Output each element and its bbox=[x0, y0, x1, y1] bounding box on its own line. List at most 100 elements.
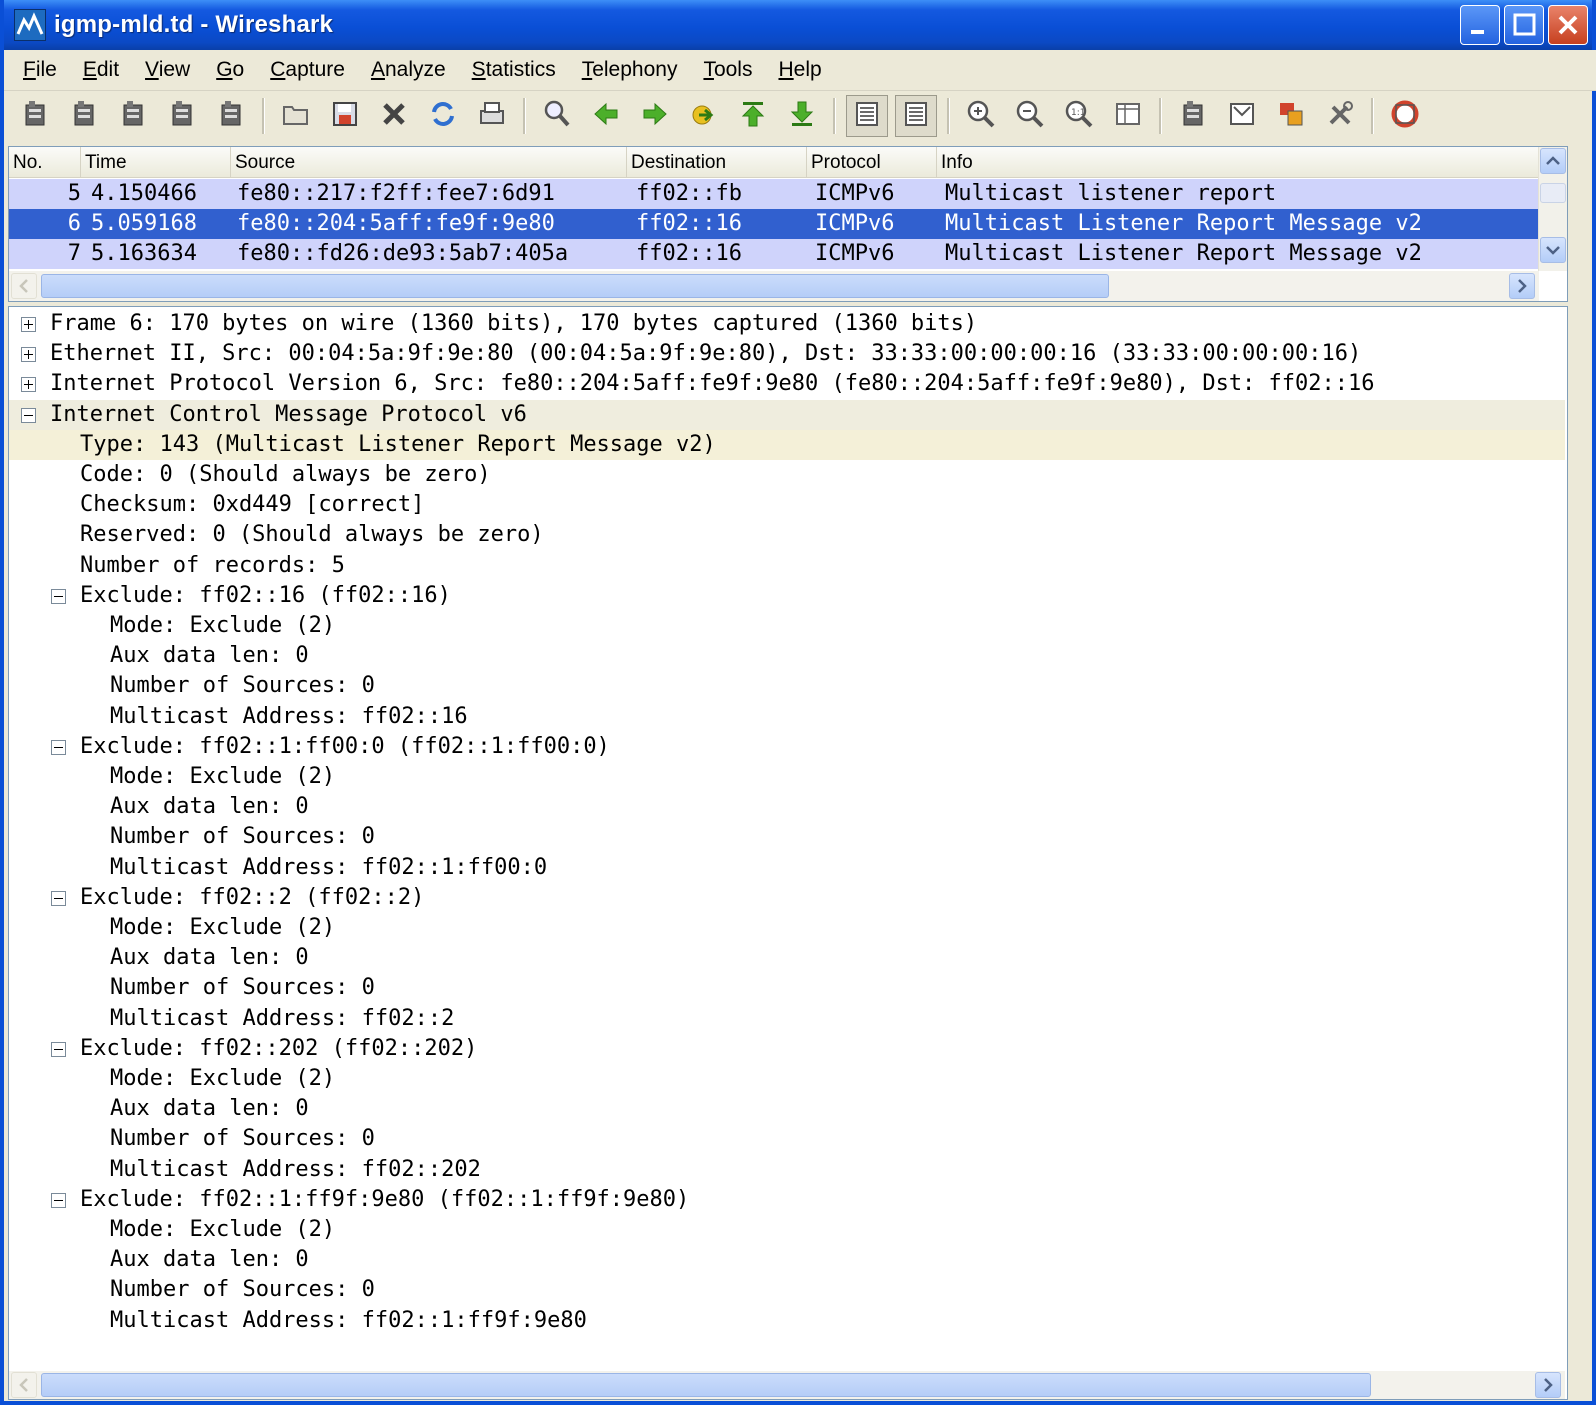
column-header-time[interactable]: Time bbox=[81, 147, 231, 177]
tree-field[interactable]: Number of Sources: 0 bbox=[9, 1275, 1565, 1305]
expand-icon[interactable] bbox=[21, 377, 36, 393]
packet-details-tree[interactable]: Frame 6: 170 bytes on wire (1360 bits), … bbox=[8, 306, 1568, 1400]
tree-field[interactable]: Number of records: 5 bbox=[9, 551, 1565, 581]
minimize-button[interactable] bbox=[1460, 5, 1500, 45]
tree-field[interactable]: Checksum: 0xd449 [correct] bbox=[9, 490, 1565, 520]
scroll-down-button[interactable] bbox=[1540, 237, 1566, 263]
tree-field[interactable]: Code: 0 (Should always be zero) bbox=[9, 460, 1565, 490]
packet-row[interactable]: 6 5.059168 fe80::204:5aff:fe9f:9e80 ff02::1… bbox=[9, 209, 1539, 239]
colorize-button[interactable] bbox=[846, 95, 888, 137]
scroll-right-button[interactable] bbox=[1535, 1372, 1561, 1398]
tree-node[interactable]: Frame 6: 170 bytes on wire (1360 bits), … bbox=[9, 309, 1565, 339]
tree-field[interactable]: Reserved: 0 (Should always be zero) bbox=[9, 520, 1565, 550]
tree-field[interactable]: Mode: Exclude (2) bbox=[9, 762, 1565, 792]
go-last-button[interactable] bbox=[781, 95, 823, 137]
tree-field[interactable]: Number of Sources: 0 bbox=[9, 822, 1565, 852]
packet-row[interactable]: 5 4.150466 fe80::217:f2ff:fee7:6d91 ff02::f… bbox=[9, 179, 1539, 209]
collapse-icon[interactable] bbox=[21, 407, 36, 423]
menu-analyze[interactable]: Analyze bbox=[358, 50, 459, 90]
tree-field[interactable]: Mode: Exclude (2) bbox=[9, 1064, 1565, 1094]
go-forward-button[interactable] bbox=[634, 95, 676, 137]
capture-stop-button[interactable] bbox=[161, 95, 203, 137]
menu-capture[interactable]: Capture bbox=[257, 50, 358, 90]
tree-node[interactable]: Exclude: ff02::202 (ff02::202) bbox=[9, 1034, 1565, 1064]
preferences-button[interactable] bbox=[1319, 95, 1361, 137]
expand-icon[interactable] bbox=[21, 347, 36, 363]
menu-view[interactable]: View bbox=[132, 50, 203, 90]
collapse-icon[interactable] bbox=[51, 588, 66, 604]
scroll-thumb[interactable] bbox=[1540, 183, 1566, 203]
capture-options-button[interactable] bbox=[63, 95, 105, 137]
column-header-info[interactable]: Info bbox=[937, 147, 1539, 177]
find-button[interactable] bbox=[536, 95, 578, 137]
tree-field[interactable]: Multicast Address: ff02::202 bbox=[9, 1155, 1565, 1185]
menu-file[interactable]: File bbox=[10, 50, 70, 90]
open-file-button[interactable] bbox=[275, 95, 317, 137]
tree-node[interactable]: Exclude: ff02::16 (ff02::16) bbox=[9, 581, 1565, 611]
tree-field[interactable]: Multicast Address: ff02::1:ff00:0 bbox=[9, 853, 1565, 883]
reload-button[interactable] bbox=[422, 95, 464, 137]
scroll-right-button[interactable] bbox=[1509, 273, 1535, 299]
capture-start-button[interactable] bbox=[112, 95, 154, 137]
collapse-icon[interactable] bbox=[51, 890, 66, 906]
menu-go[interactable]: Go bbox=[203, 50, 257, 90]
tree-field[interactable]: Aux data len: 0 bbox=[9, 943, 1565, 973]
scroll-left-button[interactable] bbox=[11, 273, 37, 299]
tree-node[interactable]: Exclude: ff02::1:ff9f:9e80 (ff02::1:ff9f… bbox=[9, 1185, 1565, 1215]
interface-list-button[interactable] bbox=[14, 95, 56, 137]
capture-filters-button[interactable] bbox=[1172, 95, 1214, 137]
scroll-thumb[interactable] bbox=[41, 1373, 1371, 1397]
close-button[interactable] bbox=[1548, 5, 1588, 45]
help-button[interactable] bbox=[1384, 95, 1426, 137]
auto-scroll-button[interactable] bbox=[895, 95, 937, 137]
tree-field[interactable]: Multicast Address: ff02::16 bbox=[9, 702, 1565, 732]
capture-restart-button[interactable] bbox=[210, 95, 252, 137]
scroll-thumb[interactable] bbox=[41, 274, 1109, 298]
tree-node[interactable]: Internet Control Message Protocol v6 bbox=[9, 399, 1565, 430]
packet-row[interactable]: 7 5.163634 fe80::fd26:de93:5ab7:405a ff02::… bbox=[9, 239, 1539, 269]
tree-field[interactable]: Type: 143 (Multicast Listener Report Mes… bbox=[9, 429, 1565, 460]
tree-field[interactable]: Aux data len: 0 bbox=[9, 1094, 1565, 1124]
save-file-button[interactable] bbox=[324, 95, 366, 137]
tree-field[interactable]: Mode: Exclude (2) bbox=[9, 913, 1565, 943]
expand-icon[interactable] bbox=[21, 317, 36, 332]
tree-field[interactable]: Number of Sources: 0 bbox=[9, 671, 1565, 701]
tree-field[interactable]: Number of Sources: 0 bbox=[9, 973, 1565, 1003]
tree-node[interactable]: Internet Protocol Version 6, Src: fe80::… bbox=[9, 369, 1565, 399]
scroll-left-button[interactable] bbox=[11, 1372, 37, 1398]
tree-node[interactable]: Ethernet II, Src: 00:04:5a:9f:9e:80 (00:… bbox=[9, 339, 1565, 369]
go-first-button[interactable] bbox=[732, 95, 774, 137]
tree-field[interactable]: Aux data len: 0 bbox=[9, 641, 1565, 671]
collapse-icon[interactable] bbox=[51, 1041, 66, 1057]
menu-statistics[interactable]: Statistics bbox=[459, 50, 569, 90]
go-back-button[interactable] bbox=[585, 95, 627, 137]
packet-list-vertical-scrollbar[interactable] bbox=[1538, 147, 1567, 271]
tree-field[interactable]: Multicast Address: ff02::1:ff9f:9e80 bbox=[9, 1306, 1565, 1336]
collapse-icon[interactable] bbox=[51, 1192, 66, 1208]
tree-field[interactable]: Number of Sources: 0 bbox=[9, 1124, 1565, 1154]
maximize-button[interactable] bbox=[1504, 5, 1544, 45]
zoom-out-button[interactable] bbox=[1009, 95, 1051, 137]
tree-field[interactable]: Aux data len: 0 bbox=[9, 1245, 1565, 1275]
zoom-in-button[interactable] bbox=[960, 95, 1002, 137]
go-to-packet-button[interactable] bbox=[683, 95, 725, 137]
menu-help[interactable]: Help bbox=[765, 50, 834, 90]
tree-field[interactable]: Mode: Exclude (2) bbox=[9, 611, 1565, 641]
collapse-icon[interactable] bbox=[51, 739, 66, 755]
print-button[interactable] bbox=[471, 95, 513, 137]
details-horizontal-scrollbar[interactable] bbox=[9, 1371, 1565, 1399]
tree-field[interactable]: Mode: Exclude (2) bbox=[9, 1215, 1565, 1245]
menu-edit[interactable]: Edit bbox=[70, 50, 132, 90]
column-header-protocol[interactable]: Protocol bbox=[807, 147, 937, 177]
resize-columns-button[interactable] bbox=[1107, 95, 1149, 137]
column-header-destination[interactable]: Destination bbox=[627, 147, 807, 177]
scroll-up-button[interactable] bbox=[1540, 148, 1566, 174]
coloring-rules-button[interactable] bbox=[1270, 95, 1312, 137]
tree-field[interactable]: Multicast Address: ff02::2 bbox=[9, 1004, 1565, 1034]
column-header-no[interactable]: No. bbox=[9, 147, 81, 177]
display-filters-button[interactable] bbox=[1221, 95, 1263, 137]
menu-telephony[interactable]: Telephony bbox=[569, 50, 691, 90]
title-bar[interactable]: igmp-mld.td - Wireshark bbox=[4, 0, 1592, 50]
tree-field[interactable]: Aux data len: 0 bbox=[9, 792, 1565, 822]
tree-node[interactable]: Exclude: ff02::2 (ff02::2) bbox=[9, 883, 1565, 913]
